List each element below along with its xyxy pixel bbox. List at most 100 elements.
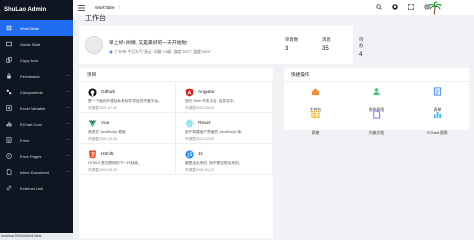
projects-title: 项目	[79, 68, 273, 82]
project-name: Html5	[101, 152, 114, 157]
menu-fold-icon[interactable]	[78, 4, 85, 11]
js-icon	[185, 150, 194, 159]
quick-action-item[interactable]: EChart 图表	[407, 107, 468, 135]
sidebar-item-copy-icon[interactable]: Copy Icon	[0, 52, 73, 68]
form-icon	[6, 137, 12, 143]
sidebar-item-form[interactable]: Form	[0, 132, 73, 148]
top-header: WorkTable /	[73, 0, 474, 15]
sidebar-item-guide-start[interactable]: Guide Start	[0, 36, 73, 52]
stat-value: 35	[322, 46, 329, 52]
quick-actions-title: 快捷操作	[284, 68, 469, 82]
project-card-github[interactable]: Github 是一个面向开源及私有软件项目的托管平台。 开源君2021-07-10	[79, 82, 176, 113]
chevron-down-icon	[66, 170, 69, 173]
weather-info: 广州市 今日天气"多云" 风级"<3级" 温度"26℃" 湿度"94%"	[109, 49, 211, 55]
sidebar-item-label: WorkTable	[20, 25, 39, 31]
chart-icon	[433, 111, 442, 119]
sidebar-item-inline-document[interactable]: Inline Document	[0, 164, 73, 180]
role-icon	[373, 88, 380, 96]
home-icon	[311, 88, 320, 96]
github-icon[interactable]	[392, 4, 398, 10]
chevron-down-icon	[66, 122, 69, 125]
stat-label: 消息	[322, 37, 331, 42]
quick-action-item[interactable]: 角色权限	[346, 84, 407, 112]
document-icon	[373, 110, 381, 119]
page-title: 工作台	[85, 15, 106, 22]
palm-tree-avatar[interactable]	[428, 1, 442, 15]
html5-icon	[88, 150, 97, 159]
sidebar-item-permission[interactable]: Permission	[0, 68, 73, 84]
table-icon	[311, 110, 320, 119]
chart-icon	[6, 121, 12, 127]
project-card-vue[interactable]: Vue 渐进式 JavaScript 框架 开源君2021-10-25	[79, 113, 176, 144]
welcome-card: 工作台 早上好! 树懒, 又是美好的一天开始啦! 广州市 今日天气"多云" 风级…	[79, 15, 363, 64]
project-description: 渐进式 JavaScript 框架	[88, 130, 126, 134]
project-date: 开源君2022-04-23	[185, 168, 215, 172]
fullscreen-icon[interactable]	[408, 4, 414, 10]
project-description: 用于构建用户界面的 JavaScript 库。	[185, 130, 245, 134]
sidebar-item-excel-variable[interactable]: Excel Variable	[0, 100, 73, 116]
status-url: localhost:9991/#/WorkTable	[0, 233, 73, 240]
app-logo[interactable]: ShuLao Admin	[0, 0, 73, 20]
sidebar-item-echart-cool[interactable]: EChart Cool	[0, 116, 73, 132]
chevron-down-icon	[66, 90, 69, 93]
quick-action-item[interactable]: 表单	[407, 84, 468, 112]
dashboard-icon	[6, 25, 12, 31]
error-icon	[6, 153, 12, 159]
project-name: Github	[101, 90, 116, 95]
stat-item: 项目数 3	[285, 37, 298, 52]
chevron-down-icon	[66, 106, 69, 109]
sidebar-item-label: Permission	[20, 73, 40, 79]
stat-value: 3	[285, 46, 289, 52]
location-icon	[109, 50, 113, 54]
form-icon	[433, 87, 442, 96]
breadcrumb-separator: /	[118, 5, 120, 10]
project-date: 开源君2021-07-10	[88, 106, 118, 110]
copy-icon	[6, 57, 12, 63]
quick-actions-panel: 快捷操作 主控台 角色权限 表单表格 内嵌文档 EChart 图表	[284, 68, 469, 135]
github-icon	[88, 88, 97, 97]
angular-icon	[185, 88, 194, 97]
sidebar-item-label: Inline Document	[20, 169, 49, 175]
chevron-down-icon	[66, 74, 69, 77]
project-description: 现代 Web 开发平台, 百发百中。	[185, 99, 238, 103]
project-card-angular[interactable]: Angular 现代 Web 开发平台, 百发百中。 开源君2022-03-09	[176, 82, 273, 113]
quick-action-item[interactable]: 表格	[285, 107, 346, 135]
project-name: Js	[198, 152, 203, 157]
stat-label: 待办	[359, 37, 364, 48]
quick-action-item[interactable]: 内嵌文档	[346, 107, 407, 135]
vue-icon	[88, 120, 97, 128]
stat-label: 项目数	[285, 37, 299, 42]
sidebar-item-label: External Link	[20, 185, 44, 191]
project-card-html5[interactable]: Html5 HTML5 是互联网的下一代标准。 开源君2022-05-19	[79, 144, 176, 175]
document-icon	[6, 169, 12, 175]
sidebar-item-components[interactable]: Components	[0, 84, 73, 100]
weather-text: 广州市 今日天气"多云" 风级"<3级" 温度"26℃" 湿度"94%"	[115, 50, 212, 54]
lock-icon	[6, 73, 12, 79]
sidebar-item-label: Copy Icon	[20, 57, 39, 63]
sidebar-item-worktable[interactable]: WorkTable	[0, 20, 73, 36]
search-icon[interactable]	[376, 4, 382, 10]
quick-action-item[interactable]: 主控台	[285, 84, 346, 112]
stat-value: 4	[359, 52, 363, 58]
sidebar-item-label: Error Pages	[20, 153, 42, 159]
sidebar-item-label: EChart Cool	[20, 121, 42, 127]
chevron-down-icon	[66, 154, 69, 157]
component-icon	[6, 89, 12, 95]
breadcrumb[interactable]: WorkTable	[95, 5, 115, 10]
project-name: React	[198, 121, 211, 126]
quick-action-label: 内嵌文档	[368, 131, 385, 135]
link-icon	[6, 185, 12, 191]
project-card-js[interactable]: Js 路是走出来的, 而不是空想出来的。 开源君2022-04-23	[176, 144, 273, 175]
sidebar-item-external-link[interactable]: External Link	[0, 180, 73, 196]
project-name: Angular	[198, 90, 215, 95]
sidebar-item-error-pages[interactable]: Error Pages	[0, 148, 73, 164]
quick-action-label: EChart 图表	[427, 131, 448, 135]
project-date: 开源君2022-03-09	[185, 137, 215, 141]
project-date: 开源君2021-10-25	[88, 137, 118, 141]
project-description: HTML5 是互联网的下一代标准。	[88, 161, 142, 165]
project-description: 路是走出来的, 而不是空想出来的。	[185, 161, 243, 165]
react-icon	[185, 119, 194, 128]
sidebar-item-label: Excel Variable	[20, 105, 46, 111]
stat-item: 消息 35	[322, 37, 331, 52]
project-card-react[interactable]: React 用于构建用户界面的 JavaScript 库。 开源君2022-03-0…	[176, 113, 273, 144]
